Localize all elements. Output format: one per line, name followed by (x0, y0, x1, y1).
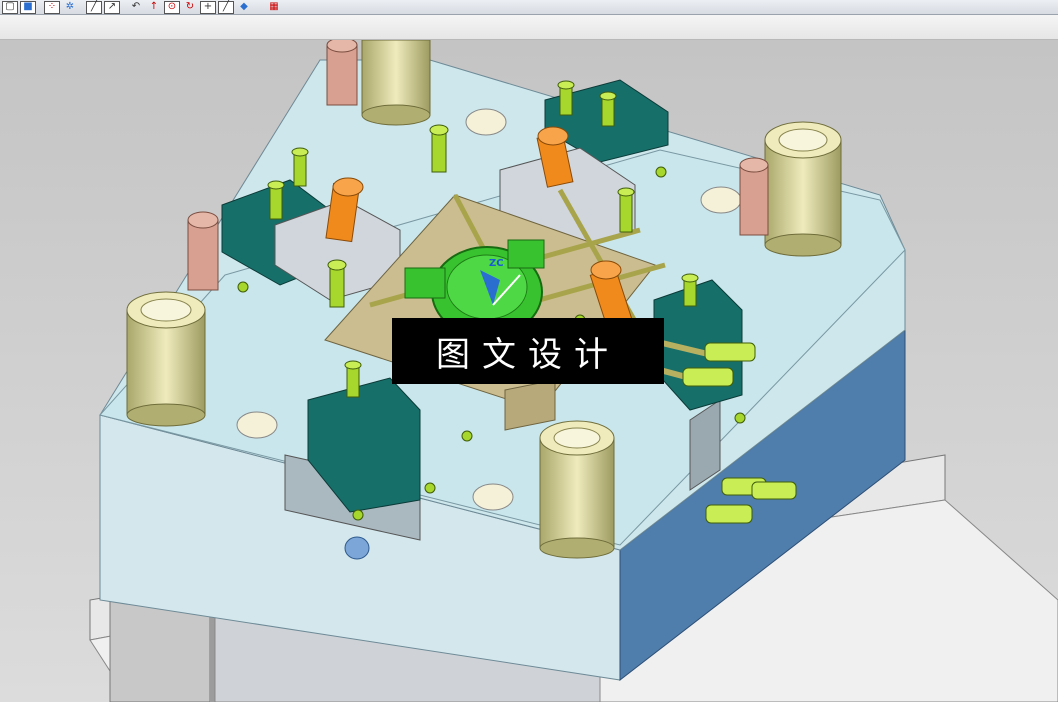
zc-axis-label: ZC (489, 258, 504, 269)
shaded-box-icon[interactable]: ■ (20, 0, 36, 14)
wireframe-box-icon[interactable]: ▢ (2, 0, 18, 14)
point-on-circle-icon[interactable]: ⊙ (164, 0, 180, 14)
secondary-toolbar (0, 15, 1058, 40)
snap-mid-icon[interactable]: ✲ (62, 1, 78, 14)
rotate-icon[interactable]: ↻ (182, 1, 198, 14)
diagonal-line-icon[interactable]: ╱ (218, 0, 234, 14)
watermark-banner: 图文设计 (392, 318, 664, 384)
grid-icon[interactable]: ▦ (266, 1, 282, 14)
up-arrow-icon[interactable]: ↑ (146, 1, 162, 14)
cube-icon[interactable]: ◆ (236, 1, 252, 14)
line-icon[interactable]: ╱ (86, 0, 102, 14)
main-toolbar: ▢ ■ ⁘ ✲ ╱ ↗ ↶ ↑ ⊙ ↻ + ╱ ◆ ▦ (0, 0, 1058, 15)
line-arrow-icon[interactable]: ↗ (104, 0, 120, 14)
plus-icon[interactable]: + (200, 0, 216, 14)
arc-icon[interactable]: ↶ (128, 1, 144, 14)
snap-point-icon[interactable]: ⁘ (44, 0, 60, 14)
